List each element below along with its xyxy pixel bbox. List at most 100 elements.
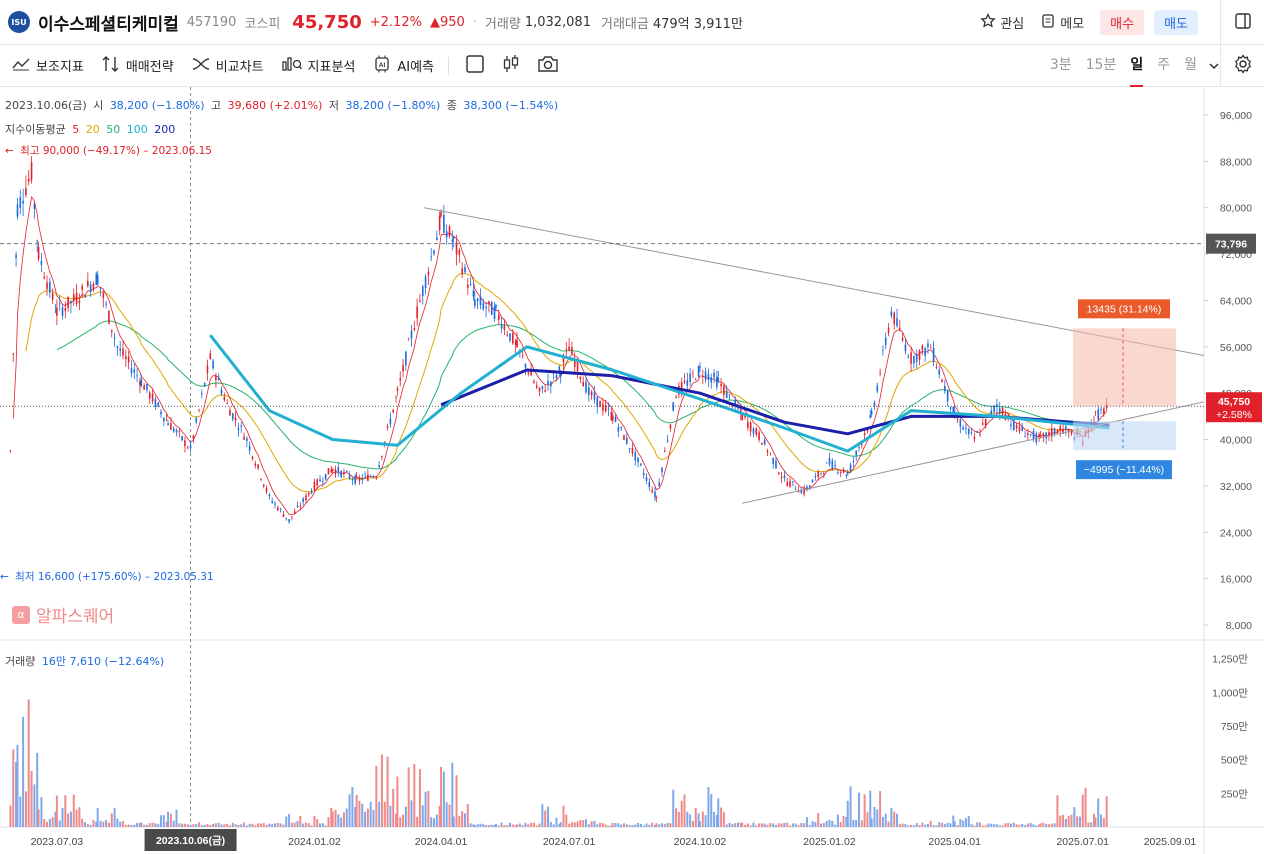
- screenshot-button[interactable]: [537, 55, 559, 77]
- volume-bar: [879, 791, 882, 827]
- candle-body: [148, 392, 151, 399]
- candle-body: [75, 292, 78, 305]
- hline-price-label: 73,796: [1215, 239, 1247, 251]
- candle-body: [1021, 426, 1024, 431]
- candle: [879, 368, 881, 377]
- volume-bar: [622, 823, 625, 827]
- candle-body: [887, 327, 890, 333]
- candle: [140, 374, 143, 388]
- volume-bar: [366, 808, 369, 827]
- toolbar-analysis-button[interactable]: 지표분석: [281, 56, 355, 76]
- buy-button[interactable]: 매수: [1100, 10, 1145, 35]
- candle: [642, 468, 645, 479]
- candle: [116, 345, 119, 356]
- candle-body: [143, 385, 145, 390]
- candle: [831, 458, 834, 471]
- volume-bar: [1004, 823, 1007, 827]
- candle: [538, 387, 541, 397]
- candle: [146, 384, 148, 393]
- candle: [15, 251, 17, 267]
- candle-body: [430, 256, 433, 258]
- volume-bar: [304, 822, 307, 827]
- candle-type-button[interactable]: [501, 54, 521, 78]
- toolbar-strategy-button[interactable]: 매매전략: [102, 55, 174, 76]
- period-week[interactable]: 주: [1157, 45, 1170, 87]
- ma-legend[interactable]: 지수이동평균 5 20 50 100 200: [5, 121, 178, 137]
- candle: [466, 277, 469, 295]
- toolbar-indicators-button[interactable]: 보조지표: [12, 56, 84, 75]
- candle: [547, 373, 549, 391]
- volume-bar: [1042, 822, 1045, 827]
- candle: [189, 440, 192, 453]
- volume-bar: [24, 791, 27, 827]
- price-tick-label: 40,000: [1220, 435, 1252, 447]
- volume-bar: [178, 823, 181, 827]
- candle: [413, 320, 416, 332]
- period-15min[interactable]: 15분: [1086, 45, 1117, 87]
- candle-body: [395, 396, 397, 398]
- volume-bar: [340, 817, 343, 827]
- candle: [752, 426, 755, 438]
- company-logo: ISU: [8, 11, 30, 33]
- candle-body: [1094, 411, 1097, 413]
- candle-body: [873, 402, 876, 407]
- chevron-down-icon[interactable]: [1208, 60, 1220, 72]
- volume-bar: [941, 822, 944, 827]
- candle-body: [178, 431, 181, 432]
- date-tick-label: 2025.04.01: [928, 836, 981, 848]
- price-chart-svg[interactable]: 96,00088,00080,00072,00064,00056,00048,0…: [0, 87, 1264, 854]
- candle-body: [929, 347, 932, 349]
- candle: [438, 211, 441, 236]
- volume-bar: [220, 824, 223, 827]
- candle-body: [466, 284, 469, 288]
- candle-body: [817, 471, 819, 477]
- volume-bar: [984, 825, 987, 827]
- volume-bar: [1026, 823, 1029, 827]
- candle: [611, 411, 614, 425]
- period-month[interactable]: 월: [1184, 45, 1197, 87]
- candle-body: [181, 436, 183, 441]
- candle: [655, 495, 658, 503]
- candle: [876, 382, 879, 394]
- volume-bar: [435, 814, 438, 827]
- watch-button[interactable]: 관심: [980, 12, 1024, 33]
- candle: [720, 377, 722, 394]
- volume-bar: [552, 824, 555, 827]
- period-3min[interactable]: 3분: [1050, 45, 1072, 87]
- panel-toggle-button[interactable]: [1220, 0, 1264, 45]
- volume-bar: [257, 823, 260, 827]
- chart-area[interactable]: 96,00088,00080,00072,00064,00056,00048,0…: [0, 87, 1264, 854]
- candle: [699, 362, 701, 372]
- memo-button[interactable]: 메모: [1040, 13, 1084, 33]
- candle-body: [108, 310, 110, 324]
- candle: [163, 417, 165, 427]
- volume-bar: [752, 822, 755, 827]
- volume-bar: [620, 824, 623, 827]
- candle-body: [720, 383, 722, 387]
- period-day[interactable]: 일: [1130, 45, 1144, 87]
- candle-body: [1059, 426, 1062, 431]
- volume-bar: [1007, 822, 1010, 827]
- volume-bar: [663, 824, 666, 827]
- toolbar-ai-button[interactable]: AI AI예측: [373, 55, 434, 77]
- crosshair-date-label: 2023.10.06(금): [156, 835, 225, 847]
- target-up-zone: [1073, 328, 1176, 407]
- volume-bar: [421, 805, 424, 827]
- candle: [882, 345, 884, 356]
- candle: [509, 333, 511, 343]
- volume-bar: [276, 822, 279, 827]
- volume-bar: [576, 821, 579, 827]
- toolbar-compare-button[interactable]: 비교차트: [192, 56, 264, 75]
- candle-body: [610, 412, 613, 420]
- sell-button[interactable]: 매도: [1154, 10, 1198, 35]
- candle: [175, 428, 178, 437]
- candle: [634, 449, 637, 466]
- candle: [683, 373, 686, 385]
- candle-body: [9, 450, 12, 452]
- candle-body: [1032, 430, 1035, 440]
- candle-body: [348, 475, 351, 479]
- stock-name[interactable]: 이수스페셜티케미컬: [38, 10, 179, 35]
- chart-area-button[interactable]: [465, 54, 485, 78]
- candle: [1012, 417, 1015, 432]
- settings-button[interactable]: [1220, 45, 1264, 87]
